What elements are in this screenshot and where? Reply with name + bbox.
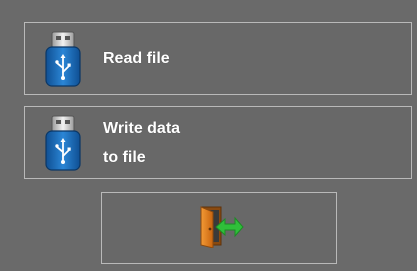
- read-file-text: Read file: [103, 50, 170, 67]
- write-data-text-line2: to file: [103, 148, 146, 166]
- usb-drive-icon: [41, 114, 85, 172]
- usb-drive-icon: [41, 30, 85, 88]
- write-data-text-line1: Write data: [103, 119, 181, 137]
- write-data-label: Write data to file: [103, 114, 180, 172]
- exit-button[interactable]: [101, 192, 337, 264]
- menu-panel: Read file Write data to file: [0, 0, 417, 271]
- read-file-label: Read file: [103, 44, 170, 73]
- write-data-button[interactable]: Write data to file: [24, 106, 412, 179]
- exit-door-icon: [191, 204, 247, 253]
- read-file-button[interactable]: Read file: [24, 22, 412, 95]
